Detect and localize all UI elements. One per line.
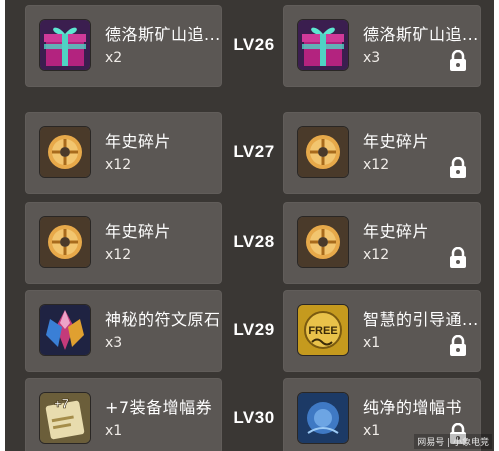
item-quantity: x1 xyxy=(105,423,123,439)
premium-reward-card[interactable]: 年史碎片 x12 xyxy=(283,112,481,194)
coin-fragment-icon xyxy=(39,126,91,178)
level-label: LV30 xyxy=(233,408,275,427)
source-watermark: 网易号 | 小象电竞 xyxy=(414,434,492,449)
upgrade-scroll-icon: +7 xyxy=(39,392,91,444)
reward-row-lv28: 年史碎片 x12 LV28 年史碎片 x12 xyxy=(5,202,494,284)
item-name: 年史碎片 xyxy=(105,132,172,151)
item-quantity: x3 xyxy=(105,335,123,351)
item-quantity: x12 xyxy=(105,157,132,173)
item-name: 年史碎片 xyxy=(105,222,172,241)
coin-fragment-icon xyxy=(297,216,349,268)
premium-reward-card[interactable]: 年史碎片 x12 xyxy=(283,202,481,284)
reward-track-panel: 德洛斯矿山追... x2 LV26 德洛斯矿山追... x3 年史碎片 x12 … xyxy=(5,0,494,451)
item-name: +7装备增幅券 xyxy=(105,398,213,417)
item-quantity: x3 xyxy=(363,50,381,66)
free-reward-card[interactable]: 德洛斯矿山追... x2 xyxy=(25,5,222,87)
item-quantity: x1 xyxy=(363,335,381,351)
item-name: 智慧的引导通... xyxy=(363,310,479,329)
item-name: 德洛斯矿山追... xyxy=(363,25,479,44)
coin-fragment-icon xyxy=(297,126,349,178)
premium-reward-card[interactable]: 德洛斯矿山追... x3 xyxy=(283,5,481,87)
lock-icon xyxy=(449,156,467,179)
free-reward-card[interactable]: 年史碎片 x12 xyxy=(25,202,222,284)
rune-crystal-icon xyxy=(39,304,91,356)
level-label: LV26 xyxy=(233,35,275,54)
premium-reward-card[interactable]: FREE 智慧的引导通... x1 xyxy=(283,290,481,372)
item-name: 年史碎片 xyxy=(363,132,430,151)
pure-book-icon xyxy=(297,392,349,444)
lock-icon xyxy=(449,246,467,269)
free-reward-card[interactable]: 年史碎片 x12 xyxy=(25,112,222,194)
item-name: 德洛斯矿山追... xyxy=(105,25,221,44)
item-quantity: x12 xyxy=(363,247,390,263)
item-quantity: x2 xyxy=(105,50,123,66)
item-quantity: x1 xyxy=(363,423,381,439)
level-label: LV29 xyxy=(233,320,275,339)
gift-box-icon xyxy=(39,19,91,71)
item-name: 年史碎片 xyxy=(363,222,430,241)
free-label: FREE xyxy=(308,325,337,337)
item-name: 纯净的增幅书 xyxy=(363,398,463,417)
free-pass-icon: FREE xyxy=(297,304,349,356)
reward-row-lv26: 德洛斯矿山追... x2 LV26 德洛斯矿山追... x3 xyxy=(5,5,494,87)
level-label: LV28 xyxy=(233,232,275,251)
item-quantity: x12 xyxy=(363,157,390,173)
free-reward-card[interactable]: +7 +7装备增幅券 x1 xyxy=(25,378,222,451)
plus-seven-label: +7 xyxy=(54,396,69,411)
free-reward-card[interactable]: 神秘的符文原石 x3 xyxy=(25,290,222,372)
gift-box-icon xyxy=(297,19,349,71)
lock-icon xyxy=(449,49,467,72)
item-quantity: x12 xyxy=(105,247,132,263)
reward-row-lv27: 年史碎片 x12 LV27 年史碎片 x12 xyxy=(5,112,494,194)
reward-row-lv29: 神秘的符文原石 x3 LV29 FREE 智慧的引导通... x1 xyxy=(5,290,494,372)
item-name: 神秘的符文原石 xyxy=(105,310,221,329)
coin-fragment-icon xyxy=(39,216,91,268)
level-label: LV27 xyxy=(233,142,275,161)
lock-icon xyxy=(449,334,467,357)
